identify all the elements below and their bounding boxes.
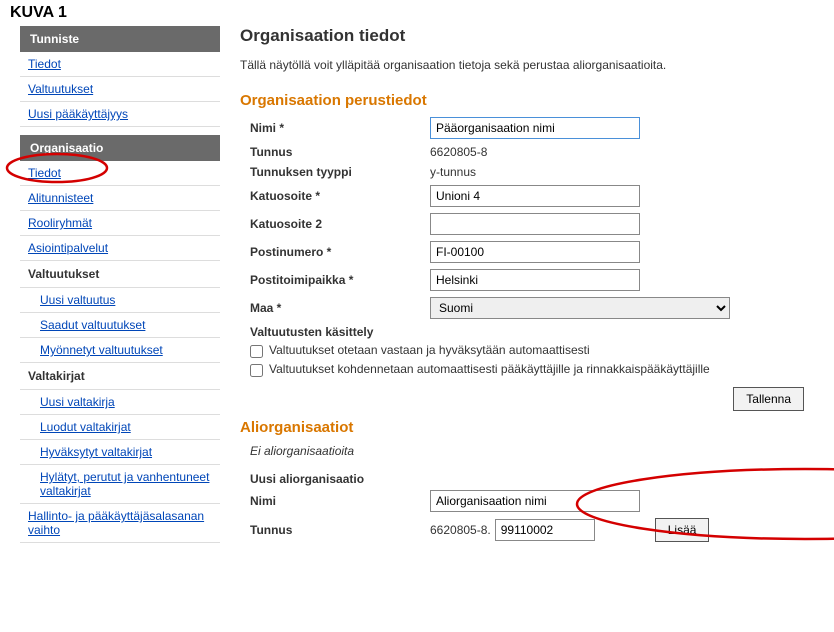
label-postitoimipaikka: Postitoimipaikka * (250, 273, 430, 287)
sidebar-item-luodut-valtakirjat[interactable]: Luodut valtakirjat (40, 420, 131, 434)
checkbox-auto-assign-label: Valtuutukset kohdennetaan automaattisest… (269, 362, 710, 376)
label-ali-tunnus: Tunnus (250, 523, 430, 537)
sidebar-item-myonnetyt-valtuutukset[interactable]: Myönnetyt valtuutukset (40, 343, 163, 357)
label-katuosoite2: Katuosoite 2 (250, 217, 430, 231)
section-aliorganisaatiot: Aliorganisaatiot (240, 419, 814, 436)
intro-text: Tällä näytöllä voit ylläpitää organisaat… (240, 58, 814, 72)
label-tunnuksen-tyyppi: Tunnuksen tyyppi (250, 165, 430, 179)
label-ali-nimi: Nimi (250, 494, 430, 508)
sidebar-item-alitunnisteet[interactable]: Alitunnisteet (28, 191, 93, 205)
label-maa: Maa * (250, 301, 430, 315)
sidebar-item-hallinto[interactable]: Hallinto- ja pääkäyttäjäsalasanan vaihto (28, 509, 204, 537)
sidebar-item-valtuutukset[interactable]: Valtuutukset (28, 82, 93, 96)
page-title: Organisaation tiedot (240, 26, 814, 46)
sidebar-header-organisaatio: Organisaatio (20, 135, 220, 161)
label-tunnus: Tunnus (250, 145, 430, 159)
checkbox-auto-accept-label: Valtuutukset otetaan vastaan ja hyväksyt… (269, 343, 590, 357)
add-button[interactable]: Lisää (655, 518, 710, 542)
sidebar-header-tunniste: Tunniste (20, 26, 220, 52)
sidebar-item-hyvaksytyt-valtakirjat[interactable]: Hyväksytyt valtakirjat (40, 445, 152, 459)
input-katuosoite2[interactable] (430, 213, 640, 235)
sidebar-item-org-tiedot[interactable]: Tiedot (28, 166, 61, 180)
sidebar-label-valtuutukset: Valtuutukset (20, 261, 220, 288)
ali-tunnus-prefix: 6620805-8. (430, 523, 491, 537)
sidebar-item-uusi-paakayttajyys[interactable]: Uusi pääkäyttäjyys (28, 107, 128, 121)
image-label: KUVA 1 (0, 0, 834, 26)
value-tunnuksen-tyyppi: y-tunnus (430, 165, 476, 179)
sidebar-item-uusi-valtuutus[interactable]: Uusi valtuutus (40, 293, 115, 307)
input-postinumero[interactable] (430, 241, 640, 263)
section-perustiedot: Organisaation perustiedot (240, 92, 814, 109)
sidebar-item-tiedot[interactable]: Tiedot (28, 57, 61, 71)
value-tunnus: 6620805-8 (430, 145, 487, 159)
select-maa[interactable]: Suomi (430, 297, 730, 319)
no-suborg-text: Ei aliorganisaatioita (240, 444, 814, 458)
input-ali-tunnus[interactable] (495, 519, 595, 541)
label-uusi-aliorg: Uusi aliorganisaatio (240, 472, 814, 486)
checkbox-auto-accept[interactable] (250, 345, 263, 358)
label-katuosoite: Katuosoite * (250, 189, 430, 203)
sidebar-label-valtakirjat: Valtakirjat (20, 363, 220, 390)
main-content: Organisaation tiedot Tällä näytöllä voit… (240, 26, 834, 548)
sidebar-item-saadut-valtuutukset[interactable]: Saadut valtuutukset (40, 318, 145, 332)
sidebar-item-uusi-valtakirja[interactable]: Uusi valtakirja (40, 395, 115, 409)
input-katuosoite[interactable] (430, 185, 640, 207)
sidebar: Tunniste Tiedot Valtuutukset Uusi pääkäy… (20, 26, 220, 551)
sidebar-item-asiointipalvelut[interactable]: Asiointipalvelut (28, 241, 108, 255)
label-valtuutusten-kasittely: Valtuutusten käsittely (240, 325, 814, 339)
label-nimi: Nimi * (250, 121, 430, 135)
input-nimi[interactable] (430, 117, 640, 139)
save-button[interactable]: Tallenna (733, 387, 804, 411)
sidebar-item-hylatyt-valtakirjat[interactable]: Hylätyt, perutut ja vanhentuneet valtaki… (40, 470, 209, 498)
sidebar-item-rooliryhmat[interactable]: Rooliryhmät (28, 216, 92, 230)
checkbox-auto-assign[interactable] (250, 364, 263, 377)
input-postitoimipaikka[interactable] (430, 269, 640, 291)
label-postinumero: Postinumero * (250, 245, 430, 259)
input-ali-nimi[interactable] (430, 490, 640, 512)
